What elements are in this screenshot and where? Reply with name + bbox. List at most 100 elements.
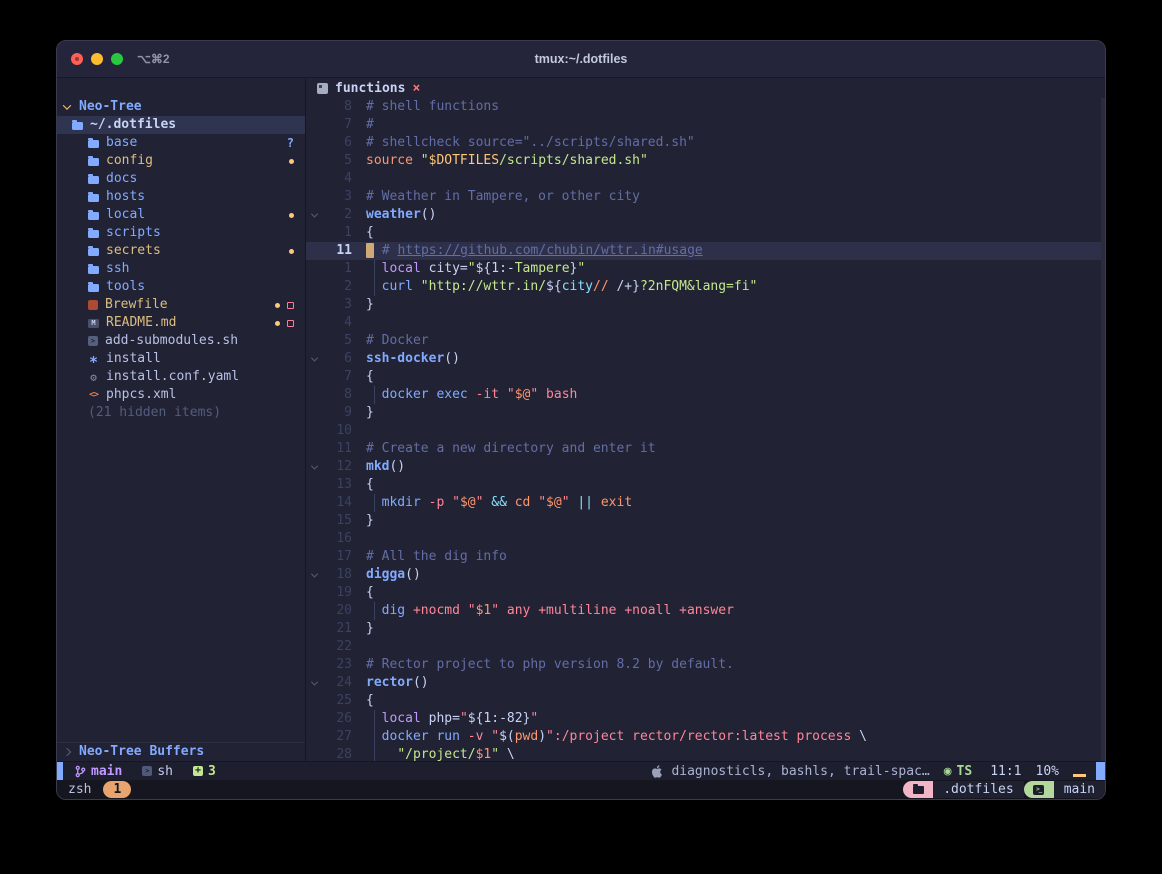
fold-chevron-icon[interactable] [310,462,317,469]
desktop: ⌥⌘2 tmux:~/.dotfiles Neo-Tree ~/.dotfile… [0,0,1162,874]
tree-item-config[interactable]: config [57,152,305,170]
tree-item-brewfile[interactable]: Brewfile [57,296,305,314]
fold-chevron-icon[interactable] [310,678,317,685]
line-number: 12 [322,458,352,476]
session-dir-pill [903,781,933,798]
line-number: 5 [322,152,352,170]
tree-item-readme.md[interactable]: README.md [57,314,305,332]
fold-column [306,530,322,548]
fold-column [306,134,322,152]
fold-column [306,296,322,314]
line-number: 14 [322,494,352,512]
code-line[interactable]: 1{ [306,224,1105,242]
tree-item-tools[interactable]: tools [57,278,305,296]
editor[interactable]: 8# shell functions7#6# shellcheck source… [306,98,1105,761]
code-line[interactable]: 16 [306,530,1105,548]
tree-item-docs[interactable]: docs [57,170,305,188]
tree-item-add-submodules.sh[interactable]: add-submodules.sh [57,332,305,350]
code-line[interactable]: 13{ [306,476,1105,494]
editor-scrollbar[interactable] [1101,98,1105,761]
fold-column [306,278,322,296]
code-line[interactable]: 23# Rector project to php version 8.2 by… [306,656,1105,674]
tree-item-label: install.conf.yaml [106,368,239,386]
tree-item-local[interactable]: local [57,206,305,224]
line-number: 19 [322,584,352,602]
code-line[interactable]: 5source "$DOTFILES/scripts/shared.sh" [306,152,1105,170]
tree-item-phpcs.xml[interactable]: phpcs.xml [57,386,305,404]
line-number: 24 [322,674,352,692]
code-line[interactable]: 27 docker run -v "$(pwd)":/project recto… [306,728,1105,746]
code-line[interactable]: 1 local city="${1:-Tampere}" [306,260,1105,278]
folder-icon [88,212,99,220]
line-number: 9 [322,404,352,422]
tree-item-scripts[interactable]: scripts [57,224,305,242]
code-line[interactable]: 3} [306,296,1105,314]
code-line[interactable]: 14 mkdir -p "$@" && cd "$@" || exit [306,494,1105,512]
code-line[interactable]: 15} [306,512,1105,530]
code-line[interactable]: 18digga() [306,566,1105,584]
tmux-statusbar: zsh 1 .dotfiles main [57,780,1105,799]
fold-column [306,620,322,638]
code-line[interactable]: 5# Docker [306,332,1105,350]
code-line[interactable]: 4 [306,314,1105,332]
fold-column [306,386,322,404]
code-line[interactable]: 3# Weather in Tampere, or other city [306,188,1105,206]
fold-column [306,260,322,278]
neo-tree-buffers-header[interactable]: Neo-Tree Buffers [57,742,305,761]
code-line[interactable]: 8 docker exec -it "$@" bash [306,386,1105,404]
fold-column [306,746,322,761]
treesitter-icon: ◉ [944,764,952,779]
fold-chevron-icon[interactable] [310,210,317,217]
code-line[interactable]: 17# All the dig info [306,548,1105,566]
tmux-window-badge[interactable]: 1 [103,781,131,798]
minimize-button[interactable] [91,53,103,65]
code-line[interactable]: 22 [306,638,1105,656]
code-line[interactable]: 28 "/project/$1" \ [306,746,1105,761]
git-added-segment: 3 [193,764,216,779]
tree-item-ssh[interactable]: ssh [57,260,305,278]
code-line[interactable]: 10 [306,422,1105,440]
code-line[interactable]: 2 curl "http://wttr.in/${city// /+}?2nFQ… [306,278,1105,296]
code-line[interactable]: 26 local php="${1:-82}" [306,710,1105,728]
code-line[interactable]: 8# shell functions [306,98,1105,116]
fold-chevron-icon[interactable] [310,570,317,577]
tmux-branch-label: main [1054,781,1105,798]
tree-item-label: secrets [106,242,161,260]
folder-icon [88,248,99,256]
code-line[interactable]: 25{ [306,692,1105,710]
code-line[interactable]: 6# shellcheck source="../scripts/shared.… [306,134,1105,152]
code-line[interactable]: 20 dig +nocmd "$1" any +multiline +noall… [306,602,1105,620]
code-line[interactable]: 2weather() [306,206,1105,224]
tab-close-icon[interactable]: × [412,81,420,96]
code-line[interactable]: 12mkd() [306,458,1105,476]
neo-tree-header[interactable]: Neo-Tree [57,98,305,116]
titlebar[interactable]: ⌥⌘2 tmux:~/.dotfiles [57,41,1105,78]
code-line[interactable]: 7{ [306,368,1105,386]
code-line[interactable]: 7# [306,116,1105,134]
folder-icon [88,194,99,202]
code-lines: 8# shell functions7#6# shellcheck source… [306,98,1105,761]
code-line[interactable]: 11 # https://github.com/chubin/wttr.in#u… [306,242,1105,260]
code-line[interactable]: 9} [306,404,1105,422]
tree-item-secrets[interactable]: secrets [57,242,305,260]
folder-icon [88,176,99,184]
code-line[interactable]: 4 [306,170,1105,188]
code-line[interactable]: 19{ [306,584,1105,602]
code-line[interactable]: 11# Create a new directory and enter it [306,440,1105,458]
code-line[interactable]: 24rector() [306,674,1105,692]
fold-chevron-icon[interactable] [310,354,317,361]
tree-item-hosts[interactable]: hosts [57,188,305,206]
code-line[interactable]: 6ssh-docker() [306,350,1105,368]
close-button[interactable] [71,53,83,65]
file-tree: ~/.dotfilesbase?configdocshostslocalscri… [57,116,305,742]
tree-item-install[interactable]: install [57,350,305,368]
line-number: 27 [322,728,352,746]
tree-item-label: ~/.dotfiles [90,116,176,134]
treesitter-segment: ◉ TS [944,764,972,779]
tree-item-base[interactable]: base? [57,134,305,152]
tab-functions[interactable]: functions [335,81,405,96]
maximize-button[interactable] [111,53,123,65]
code-line[interactable]: 21} [306,620,1105,638]
tree-item-label: base [106,134,137,152]
tree-item-~-.dotfiles[interactable]: ~/.dotfiles [57,116,305,134]
